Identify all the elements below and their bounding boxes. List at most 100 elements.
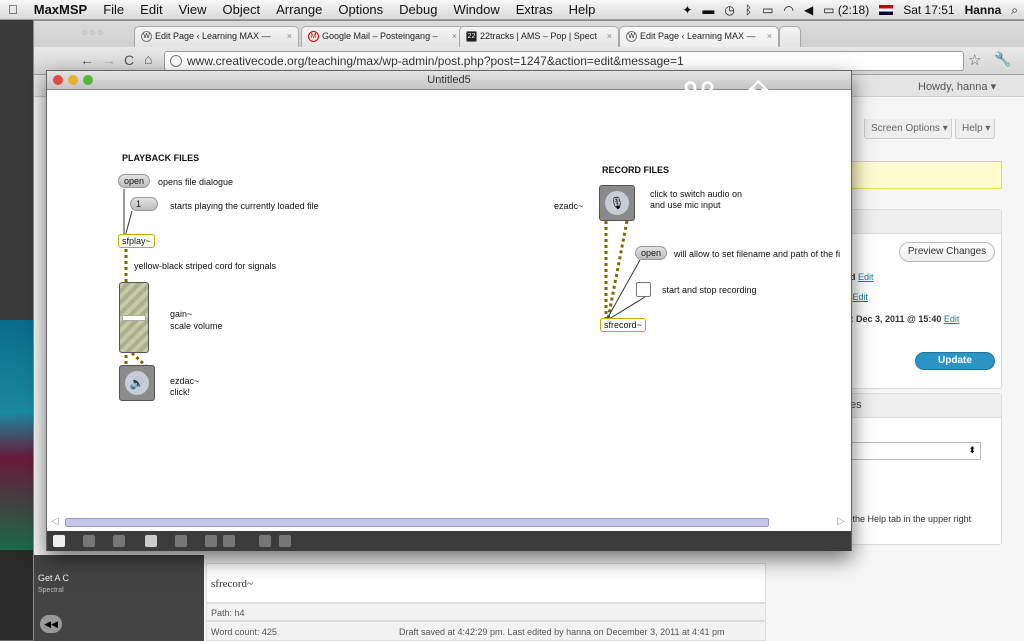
close-tab-icon[interactable]: × — [767, 31, 772, 41]
bookmark-star-icon[interactable]: ☆ — [968, 51, 981, 69]
reload-icon[interactable]: C — [124, 52, 134, 68]
ezdac-comment: click! — [170, 387, 190, 397]
background-artwork — [0, 320, 34, 550]
battery-status[interactable]: ▭ (2:18) — [823, 3, 869, 17]
menu-object[interactable]: Object — [215, 2, 269, 17]
horizontal-scrollbar[interactable] — [65, 518, 769, 527]
menu-arrange[interactable]: Arrange — [268, 2, 330, 17]
snap-icon[interactable] — [223, 535, 235, 547]
template-select[interactable]: ⬍ — [845, 442, 981, 460]
add-object-icon[interactable] — [83, 535, 95, 547]
screen-options-button[interactable]: Screen Options ▾ — [864, 119, 952, 139]
presentation-icon[interactable] — [145, 535, 157, 547]
forward-icon[interactable]: → — [102, 52, 116, 68]
back-icon[interactable]: ← — [80, 52, 94, 68]
patch-cords — [123, 189, 646, 369]
visibility-edit-link[interactable]: Edit — [853, 292, 869, 302]
grid-icon[interactable] — [259, 535, 271, 547]
menu-help[interactable]: Help — [561, 2, 604, 17]
close-tab-icon[interactable]: × — [607, 31, 612, 41]
display-icon[interactable]: ▭ — [762, 3, 773, 17]
help-label: Help — [962, 123, 983, 134]
url-text: www.creativecode.org/teaching/max/wp-adm… — [187, 54, 684, 68]
user-name[interactable]: Hanna — [965, 3, 1002, 17]
max-patcher-window: Untitled5 PLAYBACK FILES open opens file… — [46, 70, 852, 551]
sfplay-object[interactable]: sfplay~ — [118, 234, 155, 248]
tab-edit-page-1[interactable]: W Edit Page ‹ Learning MAX — × — [134, 26, 299, 47]
menu-window[interactable]: Window — [445, 2, 507, 17]
record-heading: RECORD FILES — [602, 165, 670, 175]
close-tab-icon[interactable]: × — [287, 31, 292, 41]
open-message-box[interactable]: open — [118, 174, 151, 188]
status-menus: ✦ ▬ ◷ ᛒ ▭ ◠ ◀ ▭ (2:18) Sat 17:51 Hanna ⌕ — [682, 0, 1018, 20]
status-edit-link[interactable]: Edit — [858, 272, 874, 282]
ezadc-button[interactable]: 🎙 — [599, 185, 635, 221]
info-icon[interactable] — [175, 535, 187, 547]
address-bar[interactable]: www.creativecode.org/teaching/max/wp-adm… — [164, 51, 964, 71]
tab-label: Edit Page ‹ Learning MAX — — [640, 31, 756, 41]
flag-icon[interactable] — [879, 5, 894, 15]
home-icon[interactable]: ⌂ — [144, 51, 152, 67]
battery-time: (2:18) — [837, 3, 870, 17]
sfrecord-object[interactable]: sfrecord~ — [600, 318, 646, 332]
howdy-text: Howdy, hanna — [918, 81, 988, 93]
new-tab-button[interactable] — [779, 26, 801, 47]
spotlight-icon[interactable]: ⌕ — [1011, 3, 1018, 18]
update-button[interactable]: Update — [915, 352, 995, 370]
lock-icon[interactable] — [53, 535, 65, 547]
speaker-icon: 🔊 — [125, 371, 149, 395]
background-player — [0, 550, 34, 640]
menu-extras[interactable]: Extras — [508, 2, 561, 17]
open-record-message-box[interactable]: open — [635, 246, 668, 260]
draft-saved: Draft saved at 4:42:29 pm. Last edited b… — [399, 627, 725, 637]
play-message-box[interactable]: 1 — [130, 197, 158, 211]
bluetooth-icon[interactable]: ᛒ — [745, 3, 752, 17]
help-button[interactable]: Help ▾ — [955, 119, 995, 139]
wrench-icon[interactable]: 🔧 — [994, 51, 1011, 68]
window-controls-icon[interactable]: ○ ○ ○ — [82, 27, 103, 37]
ezdac-button[interactable]: 🔊 — [119, 365, 155, 401]
howdy-link[interactable]: Howdy, hanna ▾ — [918, 80, 996, 93]
published-edit-link[interactable]: Edit — [944, 314, 960, 324]
timemachine-icon[interactable]: ◷ — [724, 3, 734, 17]
record-toggle[interactable] — [636, 282, 651, 297]
battery-icon-a[interactable]: ▬ — [702, 3, 714, 17]
close-tab-icon[interactable]: × — [452, 31, 457, 41]
editor-text: sfrecord~ — [211, 578, 253, 590]
editor-status-bar: Word count: 425 Draft saved at 4:42:29 p… — [206, 621, 766, 641]
menu-edit[interactable]: Edit — [132, 2, 170, 17]
gain-slider-knob[interactable] — [122, 315, 146, 321]
wifi-icon[interactable]: ◠ — [783, 3, 793, 17]
dropbox-icon[interactable]: ✦ — [682, 3, 692, 17]
patch-icon[interactable] — [279, 535, 291, 547]
gain-comment: scale volume — [170, 321, 223, 331]
horizontal-scroll-area: ◁ ▷ — [47, 514, 851, 531]
move-icon[interactable] — [113, 535, 125, 547]
menu-file[interactable]: File — [95, 2, 132, 17]
menu-options[interactable]: Options — [330, 2, 391, 17]
tab-22tracks[interactable]: 22 22tracks | AMS – Pop | Spect × — [459, 26, 619, 47]
menu-debug[interactable]: Debug — [391, 2, 445, 17]
toggle-comment: start and stop recording — [662, 285, 757, 295]
menu-view[interactable]: View — [171, 2, 215, 17]
menu-app-name[interactable]: MaxMSP — [26, 2, 95, 17]
gain-slider[interactable] — [119, 282, 149, 353]
wordpress-icon: W — [141, 31, 152, 42]
published-row: n: Dec 3, 2011 @ 15:40 Edit — [845, 314, 959, 324]
tab-gmail[interactable]: M Google Mail – Posteingang – × — [301, 26, 464, 47]
scroll-left-icon[interactable]: ◁ — [51, 516, 59, 527]
clock[interactable]: Sat 17:51 — [903, 3, 954, 17]
preview-changes-button[interactable]: Preview Changes — [899, 242, 995, 262]
ezdac-label: ezdac~ — [170, 376, 200, 386]
tab-edit-page-2[interactable]: W Edit Page ‹ Learning MAX — × — [619, 26, 779, 47]
apple-menu-icon[interactable]:  — [0, 2, 26, 17]
select-arrow-icon: ⬍ — [968, 445, 976, 455]
spectral-label: Spectral — [38, 587, 64, 594]
rewind-icon[interactable]: ◀◀ — [40, 615, 62, 633]
background-window-strip — [0, 20, 34, 640]
grid-toggle-icon[interactable] — [205, 535, 217, 547]
editor-area[interactable]: sfrecord~ — [206, 563, 766, 603]
scroll-right-icon[interactable]: ▷ — [837, 516, 845, 527]
volume-icon[interactable]: ◀ — [804, 3, 813, 17]
22tracks-icon: 22 — [466, 31, 477, 42]
